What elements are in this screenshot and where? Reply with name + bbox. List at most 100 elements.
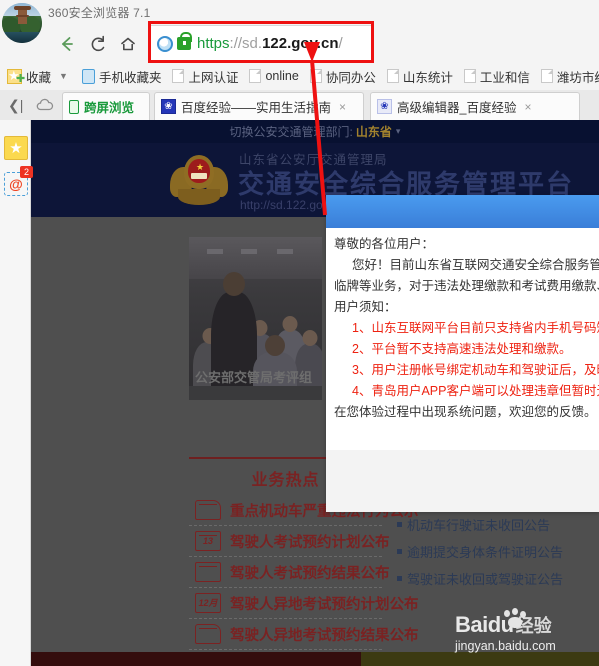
bookmark-item[interactable]: 上网认证: [169, 62, 241, 90]
chevron-down-icon[interactable]: ▼: [59, 71, 68, 81]
switch-department-label: 切换公安交通管理部门:: [229, 125, 353, 139]
switch-department-province: 山东省: [355, 125, 392, 139]
bookmark-item[interactable]: 工业和信: [461, 62, 533, 90]
list-item[interactable]: 驾驶证未收回或驾驶证公告: [397, 565, 599, 592]
tab-advanced-editor[interactable]: ❀ 高级编辑器_百度经验 ×: [370, 92, 580, 120]
star-folder-icon: ★ ✚: [7, 67, 26, 85]
business-hotspots-list: 重点机动车严重违法行为公示 13 驾驶人考试预约计划公布 驾驶人考试预约结果公布…: [189, 495, 419, 650]
url-subdomain: sd.: [242, 35, 263, 52]
notice-line: 用户须知：: [334, 300, 397, 314]
notice-line: 在您体验过程中出现系统问题，欢迎您的反馈。: [334, 405, 597, 419]
bullet-icon: [397, 549, 402, 554]
dialog-titlebar[interactable]: [326, 195, 599, 228]
list-item-label: 逾期提交身体条件证明公告: [407, 545, 564, 560]
notice-dialog: 尊敬的各位用户： 您好！目前山东省互联网交通安全综合服务管理平台已开通机动车 临…: [326, 195, 599, 512]
bookmark-item[interactable]: 手机收藏夹: [79, 62, 165, 90]
police-badge-emblem-icon: ★: [170, 151, 228, 209]
dialog-body: 尊敬的各位用户： 您好！目前山东省互联网交通安全综合服务管理平台已开通机动车 临…: [326, 228, 599, 450]
dialog-footer: [326, 450, 599, 512]
site-identity-icon: [157, 35, 173, 52]
url-domain: 122.gov.cn: [262, 35, 339, 52]
notice-line: 临牌等业务，对于违法处理缴款和考试费用缴款、公布等业务，现将: [334, 279, 599, 293]
baidu-paw-icon: ❀: [161, 99, 176, 114]
tab-baidu-jingyan[interactable]: ❀ 百度经验——实用生活指南 ×: [154, 92, 364, 120]
notice-line: 2、平台暂不支持高速违法处理和缴款。: [352, 342, 572, 356]
list-item-label: 驾驶证未收回或驾驶证公告: [407, 572, 564, 587]
notice-line: 1、山东互联网平台目前只支持省内手机号码短信验证注册。: [352, 321, 599, 335]
truck-warning-icon: [195, 500, 221, 520]
page-icon: [249, 69, 262, 83]
back-arrow-icon[interactable]: [54, 31, 80, 57]
bookmark-item[interactable]: online: [246, 62, 301, 90]
url-separator: ://: [229, 35, 243, 52]
list-item[interactable]: 12月 驾驶人异地考试预约计划公布: [189, 588, 419, 619]
close-icon[interactable]: ×: [524, 100, 531, 114]
bookmark-label: online: [265, 69, 299, 83]
home-icon[interactable]: [115, 31, 141, 57]
list-item[interactable]: 驾驶人考试预约结果公布: [189, 557, 390, 588]
tab-label: 百度经验——实用生活指南: [181, 101, 332, 115]
mail-unread-badge: 2: [20, 166, 33, 178]
bookmark-label: 收藏: [26, 70, 52, 85]
bookmark-item[interactable]: 山东统计: [384, 62, 456, 90]
bookmark-item[interactable]: 潍坊市经: [538, 62, 599, 90]
url-scheme: https: [197, 35, 230, 52]
list-item-label: 驾驶人考试预约结果公布: [230, 565, 390, 582]
bookmark-item[interactable]: 协同办公: [307, 62, 379, 90]
notice-line: 尊敬的各位用户：: [334, 237, 435, 251]
bookmark-label: 协同办公: [325, 70, 376, 85]
phone-screen-icon: [69, 99, 79, 114]
page-icon: [309, 69, 322, 83]
list-item[interactable]: 逾期提交身体条件证明公告: [397, 538, 599, 565]
switch-department-bar[interactable]: 切换公安交通管理部门: 山东省 ▾: [31, 120, 599, 143]
calendar-pen-icon: [195, 562, 221, 582]
url-path: /: [338, 35, 343, 52]
address-bar-text[interactable]: https://sd.122.gov.cn/: [197, 35, 343, 52]
page-footer-bar: [31, 652, 599, 666]
page-icon: [540, 69, 553, 83]
favorites-icon[interactable]: ★: [4, 136, 28, 160]
hero-photo-caption: 公安部交管局考评组: [195, 370, 313, 385]
lock-icon: [177, 32, 192, 50]
bullet-icon: [397, 576, 402, 581]
cloud-icon[interactable]: [36, 98, 54, 114]
tab-bar: ❮| 跨屏浏览 ❀ 百度经验——实用生活指南 × ❀ 高级编辑器_百度经验 ×: [0, 90, 599, 120]
bookmark-label: 上网认证: [188, 70, 239, 85]
app-title: 360安全浏览器 7.1: [48, 6, 151, 20]
list-item[interactable]: 驾驶人异地考试预约结果公布: [189, 619, 419, 650]
browser-window: 切换公安交通管理部门: 山东省 ▾ ★ 山东省公安厅交通管理局 交通安全综合服务…: [0, 0, 599, 666]
notice-line: 您好！目前山东省互联网交通安全综合服务管理平台已开通机动车: [352, 258, 599, 272]
list-item[interactable]: 13 驾驶人考试预约计划公布: [189, 526, 390, 557]
calendar-number-icon: 12月: [195, 593, 221, 613]
page-icon: [463, 69, 476, 83]
browser-sidebar: ★ @ 2: [0, 120, 33, 666]
bookmark-label: 山东统计: [402, 70, 453, 85]
avatar[interactable]: [2, 3, 42, 43]
megaphone-icon: [195, 624, 221, 644]
close-icon[interactable]: ×: [339, 100, 346, 114]
list-item-label: 机动车行驶证未收回公告: [407, 518, 551, 533]
tab-label: 跨屏浏览: [84, 101, 135, 115]
phone-icon: [81, 68, 95, 84]
notice-line: 4、青岛用户APP客户端可以处理违章但暂时无法缴款。: [352, 384, 599, 398]
list-item-label: 驾驶人考试预约计划公布: [230, 534, 390, 551]
bookmarks-bar: ★ ✚ 收藏 ▼ 手机收藏夹 上网认证 online 协同办公 山东统计 工业和…: [0, 62, 599, 90]
chevron-down-icon: ▾: [395, 126, 401, 136]
calendar-icon: 13: [195, 531, 221, 551]
bookmark-label: 手机收藏夹: [98, 70, 162, 85]
reload-icon[interactable]: [85, 31, 111, 57]
tab-kuaping-liulan[interactable]: 跨屏浏览: [62, 92, 150, 120]
bookmark-label: 工业和信: [479, 70, 530, 85]
bookmark-label: 潍坊市经: [556, 70, 599, 85]
list-item-label: 驾驶人异地考试预约结果公布: [230, 627, 419, 644]
tab-scroll-left-icon[interactable]: ❮|: [8, 97, 23, 114]
bookmark-favorites[interactable]: ★ ✚ 收藏 ▼: [4, 62, 71, 90]
tab-label: 高级编辑器_百度经验: [397, 101, 517, 115]
baidu-paw-icon: ❀: [377, 99, 392, 114]
hero-photo[interactable]: 公安部交管局考评组: [189, 237, 322, 400]
page-icon: [386, 69, 399, 83]
address-bar[interactable]: https://sd.122.gov.cn/: [150, 25, 372, 62]
list-item-label: 驾驶人异地考试预约计划公布: [230, 596, 419, 613]
list-item[interactable]: 机动车行驶证未收回公告: [397, 511, 599, 538]
bullet-icon: [397, 522, 402, 527]
